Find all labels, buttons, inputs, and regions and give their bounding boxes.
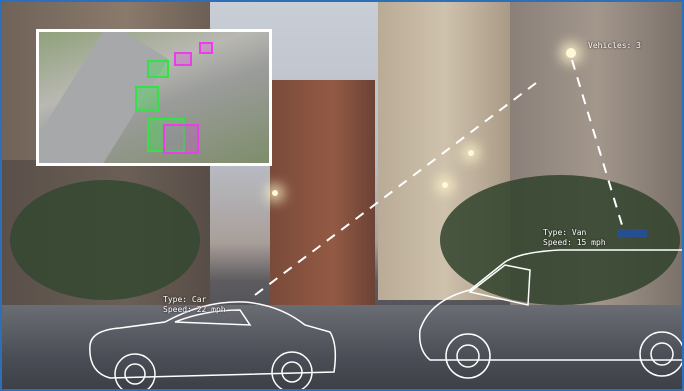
car-speed-label: Speed: 22 mph — [163, 305, 226, 314]
van-type-label: Type: Van — [543, 228, 587, 237]
street-scene: Vehicles: 3 Type: Van Speed: 15 mph Type… — [0, 0, 684, 391]
detection-box — [135, 86, 159, 112]
detection-box — [174, 52, 192, 66]
vehicles-count-label: Vehicles: 3 — [588, 41, 641, 50]
van-speed-label: Speed: 15 mph — [543, 238, 606, 247]
detection-box — [199, 42, 213, 54]
camera-feed-inset[interactable] — [36, 29, 272, 166]
van-outline-icon — [418, 249, 684, 379]
detection-box — [147, 60, 169, 78]
sedan-outline-icon — [89, 301, 337, 391]
car-type-label: Type: Car — [163, 295, 207, 304]
trajectory-line — [254, 79, 541, 296]
detection-box — [163, 124, 199, 154]
trajectory-line — [571, 59, 623, 226]
